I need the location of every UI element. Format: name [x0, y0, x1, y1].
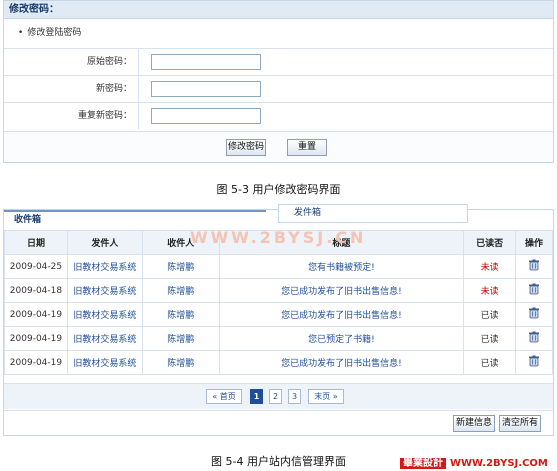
cell-date: 2009-04-19: [4, 302, 68, 327]
trash-icon[interactable]: [528, 283, 540, 295]
new-message-button[interactable]: 新建信息: [453, 415, 495, 432]
page-button-2[interactable]: 2: [269, 389, 282, 404]
table-row: 2009-04-19 旧教材交易系统 陈增鹏 您已预定了书籍! 已读: [4, 326, 553, 351]
cell-sender[interactable]: 旧教材交易系统: [66, 254, 143, 279]
cell-subject[interactable]: 您已成功发布了旧书出售信息!: [218, 350, 465, 375]
cell-subject[interactable]: 您已成功发布了旧书出售信息!: [218, 278, 465, 303]
cell-date: 2009-04-19: [4, 350, 68, 375]
form-row-new-password: 新密码：: [4, 75, 553, 102]
repeat-password-field[interactable]: [151, 108, 261, 124]
change-password-button[interactable]: 修改密码: [226, 139, 266, 156]
cell-action: [515, 278, 553, 303]
table-row: 2009-04-19 旧教材交易系统 陈增鹏 您已成功发布了旧书出售信息! 已读: [4, 302, 553, 327]
bullet-icon: •: [18, 28, 24, 38]
cell-recipient[interactable]: 陈增鹏: [141, 254, 220, 279]
cell-action: [515, 326, 553, 351]
tab-outbox[interactable]: 发件箱: [278, 204, 468, 223]
panel-subtitle: • 修改登陆密码: [4, 19, 553, 47]
table-row: 2009-04-18 旧教材交易系统 陈增鹏 您已成功发布了旧书出售信息! 未读: [4, 278, 553, 303]
reset-button[interactable]: 重置: [287, 139, 327, 156]
change-password-panel: 修改密码： • 修改登陆密码 原始密码： 新密码： 重复新密码： 修改密码 重置: [3, 0, 554, 163]
new-password-field[interactable]: [151, 81, 261, 97]
cell-read-status: 已读: [463, 326, 517, 351]
column-header-read: 已读否: [463, 230, 517, 255]
cell-sender[interactable]: 旧教材交易系统: [66, 278, 143, 303]
cell-date: 2009-04-25: [4, 254, 68, 279]
column-header-date: 日期: [4, 230, 68, 255]
subtitle-text: 修改登陆密码: [27, 28, 82, 38]
inbox-panel: 收件箱 发件箱 日期 发件人 收件人 标题 已读否 操作 2009-04-25 …: [3, 204, 554, 436]
messages-table: 日期 发件人 收件人 标题 已读否 操作 2009-04-25 旧教材交易系统 …: [4, 230, 553, 375]
cell-subject[interactable]: 您有书籍被预定!: [218, 254, 465, 279]
cell-read-status: 已读: [463, 350, 517, 375]
table-row: 2009-04-25 旧教材交易系统 陈增鹏 您有书籍被预定! 未读: [4, 254, 553, 279]
cell-read-status: 已读: [463, 302, 517, 327]
column-header-action: 操作: [515, 230, 553, 255]
figure-caption-5-3: 图 5-3 用户修改密码界面: [216, 183, 341, 196]
first-page-button[interactable]: « 首页: [206, 389, 242, 404]
cell-date: 2009-04-18: [4, 278, 68, 303]
form-row-repeat-password: 重复新密码：: [4, 102, 553, 129]
cell-sender[interactable]: 旧教材交易系统: [66, 326, 143, 351]
panel-title: 修改密码：: [4, 1, 553, 19]
trash-icon[interactable]: [528, 355, 540, 367]
table-row: 2009-04-19 旧教材交易系统 陈增鹏 您已成功发布了旧书出售信息! 已读: [4, 350, 553, 375]
clear-all-button[interactable]: 清空所有: [499, 415, 541, 432]
site-logo: 畢業設計 WWW.2BYSJ.COM: [400, 456, 557, 471]
cell-action: [515, 302, 553, 327]
pagination: « 首页 1 2 3 末页 »: [4, 383, 553, 409]
cell-action: [515, 254, 553, 279]
cell-recipient[interactable]: 陈增鹏: [141, 302, 220, 327]
tab-inbox[interactable]: 收件箱: [4, 210, 266, 230]
cell-recipient[interactable]: 陈增鹏: [141, 326, 220, 351]
button-row: 修改密码 重置: [4, 131, 553, 162]
column-header-sender: 发件人: [66, 230, 143, 255]
cell-date: 2009-04-19: [4, 326, 68, 351]
trash-icon[interactable]: [528, 259, 540, 271]
last-page-button[interactable]: 末页 »: [308, 389, 344, 404]
new-password-label: 新密码：: [4, 76, 139, 102]
page-button-1[interactable]: 1: [250, 389, 263, 404]
old-password-field[interactable]: [151, 54, 261, 70]
form-row-old-password: 原始密码：: [4, 48, 553, 75]
cell-recipient[interactable]: 陈增鹏: [141, 350, 220, 375]
cell-sender[interactable]: 旧教材交易系统: [66, 350, 143, 375]
cell-recipient[interactable]: 陈增鹏: [141, 278, 220, 303]
page-button-3[interactable]: 3: [288, 389, 301, 404]
action-bar: 新建信息 清空所有: [4, 410, 553, 435]
cell-action: [515, 350, 553, 375]
cell-read-status: 未读: [463, 278, 517, 303]
cell-read-status: 未读: [463, 254, 517, 279]
logo-text-url: WWW.2BYSJ.COM: [450, 458, 548, 469]
cell-subject[interactable]: 您已成功发布了旧书出售信息!: [218, 302, 465, 327]
old-password-label: 原始密码：: [4, 49, 139, 75]
repeat-password-label: 重复新密码：: [4, 103, 139, 129]
watermark-text: WWW.2BYSJ.CN: [190, 228, 367, 247]
logo-text-chinese: 畢業設計: [400, 458, 446, 469]
cell-sender[interactable]: 旧教材交易系统: [66, 302, 143, 327]
cell-subject[interactable]: 您已预定了书籍!: [218, 326, 465, 351]
trash-icon[interactable]: [528, 331, 540, 343]
trash-icon[interactable]: [528, 307, 540, 319]
